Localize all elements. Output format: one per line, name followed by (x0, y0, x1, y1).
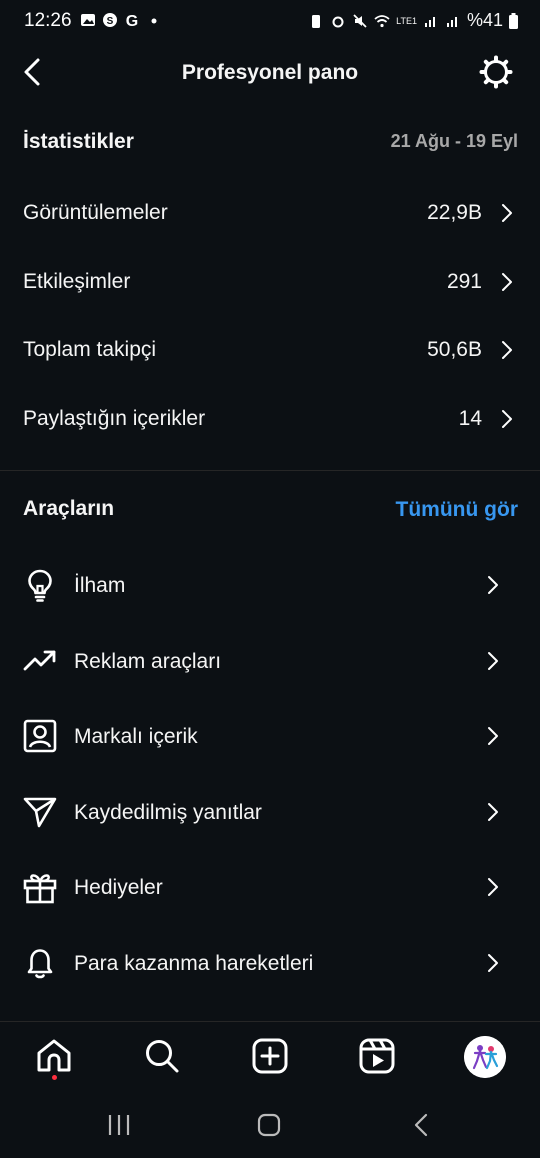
stats-title: İstatistikler (23, 130, 134, 153)
create-post-icon[interactable] (250, 1036, 290, 1076)
wifi-icon (374, 14, 390, 27)
branded-content-icon (23, 719, 57, 753)
system-back-icon[interactable] (410, 1113, 432, 1137)
tool-label: Hediyeler (74, 876, 163, 899)
recent-apps-icon[interactable] (106, 1113, 132, 1137)
dot-icon (151, 18, 157, 24)
chevron-right-icon (502, 273, 512, 291)
chevron-right-icon (502, 341, 512, 359)
battery-percent: %41 (466, 10, 503, 30)
chevron-right-icon (488, 878, 498, 896)
bell-icon (27, 949, 53, 979)
stat-value: 14 (458, 407, 482, 430)
chevron-right-icon (488, 652, 498, 670)
tool-label: Para kazanma hareketleri (74, 952, 314, 975)
stat-row-interactions[interactable]: Etkileşimler 291 (0, 251, 540, 313)
battery-icon (509, 12, 518, 29)
status-system-icons: LTE1 %41 (308, 10, 518, 31)
stat-value: 22,9B (427, 201, 482, 224)
chevron-right-icon (502, 204, 512, 222)
bottom-navigation (0, 1021, 540, 1096)
status-notification-icons: S G (80, 12, 162, 28)
chevron-right-icon (502, 410, 512, 428)
tool-item-ad-tools[interactable]: Reklam araçları (0, 626, 540, 696)
skype-icon: S (103, 13, 117, 27)
tool-label: Kaydedilmiş yanıtlar (74, 801, 262, 824)
trending-up-icon (23, 650, 56, 671)
alarm-icon (332, 16, 344, 27)
system-navigation-bar (0, 1096, 540, 1158)
stat-row-views[interactable]: Görüntülemeler 22,9B (0, 182, 540, 244)
tools-title: Araçların (23, 497, 115, 520)
avatar-image (464, 1036, 506, 1078)
signal-icon (424, 16, 435, 27)
stat-label: Paylaştığın içerikler (23, 407, 206, 430)
stat-label: Toplam takipçi (23, 338, 157, 361)
chevron-right-icon (488, 954, 498, 972)
stat-row-followers[interactable]: Toplam takipçi 50,6B (0, 319, 540, 381)
gallery-icon (81, 14, 95, 26)
stat-label: Görüntülemeler (23, 201, 168, 224)
stat-label: Etkileşimler (23, 270, 131, 293)
chevron-right-icon (488, 803, 498, 821)
tool-item-saved-replies[interactable]: Kaydedilmiş yanıtlar (0, 777, 540, 847)
section-divider (0, 470, 540, 471)
mute-icon (353, 13, 367, 28)
svg-text:S: S (107, 16, 114, 27)
tool-item-gifts[interactable]: Hediyeler (0, 852, 540, 922)
notification-dot (52, 1075, 57, 1080)
stat-value: 291 (446, 270, 482, 293)
status-bar: 12:26 S G LTE1 %41 (0, 0, 540, 46)
tool-item-branded-content[interactable]: Markalı içerik (0, 701, 540, 771)
see-all-link[interactable]: Tümünü gör (396, 498, 518, 522)
stat-row-shared-content[interactable]: Paylaştığın içerikler 14 (0, 388, 540, 450)
tool-label: Markalı içerik (74, 725, 198, 748)
profile-avatar[interactable] (464, 1036, 506, 1078)
reels-icon[interactable] (357, 1036, 397, 1076)
tool-item-monetization-activity[interactable]: Para kazanma hareketleri (0, 928, 540, 998)
signal-2-icon (446, 16, 457, 27)
search-icon[interactable] (142, 1036, 182, 1076)
page-title: Profesyonel pano (181, 61, 359, 84)
chevron-right-icon (488, 576, 498, 594)
date-range[interactable]: 21 Ağu - 19 Eyl (391, 131, 518, 152)
tool-label: Reklam araçları (74, 650, 222, 673)
chevron-right-icon (488, 727, 498, 745)
google-icon: G (126, 13, 138, 28)
tool-item-inspiration[interactable]: İlham (0, 550, 540, 620)
home-icon[interactable] (34, 1036, 74, 1076)
tool-label: İlham (74, 574, 126, 597)
network-type: LTE1 (396, 15, 417, 26)
stat-value: 50,6B (427, 338, 482, 361)
home-button-icon[interactable] (256, 1113, 282, 1137)
header: Profesyonel pano (0, 46, 540, 102)
lightbulb-icon (28, 569, 52, 602)
status-time: 12:26 (24, 10, 72, 31)
battery-saver-icon (312, 14, 321, 28)
send-icon (23, 797, 57, 828)
gift-icon (23, 874, 57, 904)
svg-text:G: G (126, 13, 138, 28)
gear-icon[interactable] (478, 54, 514, 90)
